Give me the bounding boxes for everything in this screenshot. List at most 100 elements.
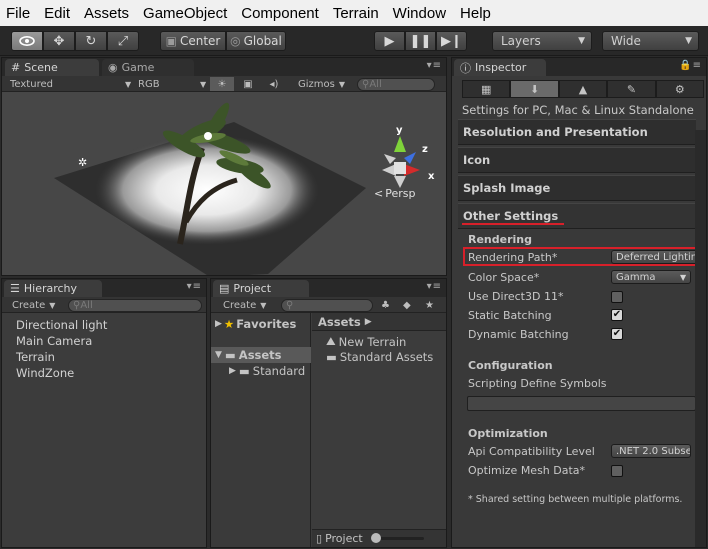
platform-tabs: ▦ ⬇ ▲ ✎ ⚙ xyxy=(462,80,705,98)
scene-search-placeholder: All xyxy=(369,79,382,90)
hierarchy-create-dropdown[interactable]: Create ▼ xyxy=(12,298,55,312)
project-footer: ▯ Project xyxy=(312,529,446,547)
rotate-tool-icon[interactable]: ↻ xyxy=(75,31,107,51)
pivot-icon: ▣ xyxy=(165,34,177,48)
menu-edit[interactable]: Edit xyxy=(44,5,70,22)
panel-menu-icon[interactable]: ▾≡ xyxy=(427,281,442,292)
draw-mode-dropdown[interactable]: Textured ▼ xyxy=(10,77,131,91)
view-tool-eye-icon[interactable] xyxy=(11,31,43,51)
step-icon[interactable]: ▶❙ xyxy=(436,31,467,51)
toolbar: ✥ ↻ ⤢ ▣ Center ◎ Global ▶ ❚❚ ▶❙ Layers ▼… xyxy=(0,26,708,56)
optimize-mesh-checkbox[interactable] xyxy=(611,465,623,477)
image-effects-icon[interactable]: ▣ xyxy=(236,77,260,91)
section-icon[interactable]: Icon xyxy=(458,147,696,173)
gizmos-dropdown[interactable]: Gizmos ▼ xyxy=(298,77,345,91)
inspector-scrollbar[interactable] xyxy=(695,130,706,547)
expand-arrow-icon: ▶ xyxy=(215,319,222,329)
menu-window[interactable]: Window xyxy=(393,5,446,22)
pause-icon[interactable]: ❚❚ xyxy=(405,31,436,51)
platform-flash-icon[interactable]: ✎ xyxy=(607,80,656,98)
gizmos-label: Gizmos xyxy=(298,78,335,90)
standard-node[interactable]: ▶ ▬ Standard xyxy=(229,364,305,378)
platform-web-icon[interactable]: ▦ xyxy=(462,80,511,98)
platform-settings-icon[interactable]: ⚙ xyxy=(655,80,705,98)
tab-hierarchy-label: Hierarchy xyxy=(23,282,78,295)
color-space-value: Gamma xyxy=(616,271,656,283)
render-mode-dropdown[interactable]: RGB ▼ xyxy=(138,77,206,91)
tab-inspector[interactable]: ⓘ Inspector xyxy=(454,59,546,76)
menu-gameobject[interactable]: GameObject xyxy=(143,5,227,22)
create-label: Create xyxy=(12,299,46,311)
tab-hierarchy[interactable]: ☰ Hierarchy xyxy=(4,280,102,297)
layout-label: Wide xyxy=(611,34,641,48)
list-item[interactable]: Terrain xyxy=(16,349,107,365)
list-item[interactable]: ⛰ New Terrain xyxy=(326,334,406,349)
menu-component[interactable]: Component xyxy=(241,5,319,22)
scene-viewport[interactable]: ✲ y z x < Persp xyxy=(2,92,446,275)
audio-speaker-icon[interactable]: ◂) xyxy=(262,77,286,91)
scene-lighting-sun-icon[interactable]: ☀ xyxy=(210,77,234,91)
static-batching-checkbox[interactable]: ✔ xyxy=(611,309,623,321)
list-item[interactable]: ▬ Standard Assets xyxy=(326,350,433,364)
layout-dropdown[interactable]: Wide ▼ xyxy=(602,31,699,51)
scene-search-input[interactable]: ⚲ All xyxy=(357,78,435,91)
chevron-down-icon: ▼ xyxy=(125,79,132,89)
panel-menu-icon[interactable]: ▾≡ xyxy=(427,60,442,71)
rendering-header: Rendering xyxy=(468,233,532,246)
configuration-header: Configuration xyxy=(468,359,553,372)
document-icon: ▯ xyxy=(316,532,323,545)
project-search-input[interactable]: ⚲ xyxy=(281,299,373,312)
dynamic-batching-checkbox[interactable]: ✔ xyxy=(611,328,623,340)
scene-control-bar: Textured ▼ RGB ▼ ☀ ▣ ◂) Gizmos ▼ ⚲ All xyxy=(2,76,446,92)
define-symbols-input[interactable] xyxy=(467,396,696,411)
play-icon[interactable]: ▶ xyxy=(374,31,405,51)
hierarchy-panel: ☰ Hierarchy ▾≡ Create ▼ ⚲ All Directional … xyxy=(1,278,207,548)
pivot-center-toggle[interactable]: ▣ Center xyxy=(160,31,226,51)
zoom-slider-thumb[interactable] xyxy=(371,533,381,543)
pivot-label: Center xyxy=(179,34,221,48)
platform-standalone-icon[interactable]: ⬇ xyxy=(510,80,559,98)
platform-android-icon[interactable]: ▲ xyxy=(558,80,608,98)
zoom-slider[interactable] xyxy=(371,533,424,543)
move-tool-icon[interactable]: ✥ xyxy=(43,31,75,51)
assets-node[interactable]: ▼ ▬ Assets xyxy=(215,348,282,362)
space-global-toggle[interactable]: ◎ Global xyxy=(226,31,286,51)
menu-assets[interactable]: Assets xyxy=(84,5,129,22)
tab-game[interactable]: ◉ Game xyxy=(102,59,194,76)
tab-project[interactable]: ▤ Project xyxy=(213,280,309,297)
layers-dropdown[interactable]: Layers ▼ xyxy=(492,31,592,51)
rendering-path-highlight xyxy=(463,247,704,266)
project-create-dropdown[interactable]: Create ▼ xyxy=(223,298,266,312)
chevron-down-icon: ▼ xyxy=(578,36,585,46)
tab-scene[interactable]: # Scene xyxy=(5,59,99,76)
search-icon: ⚲ xyxy=(73,300,81,311)
file-label: New Terrain xyxy=(338,334,407,349)
filter-by-label-icon[interactable]: ◆ xyxy=(403,298,411,312)
lock-menu-icon[interactable]: 🔒≡ xyxy=(679,60,702,71)
breadcrumb-assets[interactable]: Assets xyxy=(318,315,361,329)
scale-tool-icon[interactable]: ⤢ xyxy=(107,31,139,51)
panel-menu-icon[interactable]: ▾≡ xyxy=(187,281,202,292)
search-icon: ⚲ xyxy=(286,300,294,311)
list-item[interactable]: Main Camera xyxy=(16,333,107,349)
menu-help[interactable]: Help xyxy=(460,5,491,22)
optimization-header: Optimization xyxy=(468,427,548,440)
color-space-dropdown[interactable]: Gamma ▼ xyxy=(611,270,691,284)
menu-file[interactable]: File xyxy=(6,5,30,22)
list-item[interactable]: WindZone xyxy=(16,365,107,381)
star-icon[interactable]: ★ xyxy=(425,298,434,312)
section-splash[interactable]: Splash Image xyxy=(458,175,696,201)
projection-toggle[interactable]: < Persp xyxy=(374,187,415,200)
api-level-dropdown[interactable]: .NET 2.0 Subset xyxy=(611,444,691,458)
favorites-node[interactable]: ▶ ★ Favorites xyxy=(215,317,296,331)
section-other-settings[interactable]: Other Settings xyxy=(458,203,696,229)
section-resolution[interactable]: Resolution and Presentation xyxy=(458,119,696,145)
list-item[interactable]: Directional light xyxy=(16,317,107,333)
chevron-down-icon: ▼ xyxy=(680,272,687,282)
folder-icon: ▬ xyxy=(238,364,250,378)
draw-mode-label: Textured xyxy=(10,78,53,90)
filter-by-type-icon[interactable]: ♣ xyxy=(381,298,390,312)
hierarchy-search-input[interactable]: ⚲ All xyxy=(68,299,202,312)
menu-terrain[interactable]: Terrain xyxy=(333,5,379,22)
direct3d-checkbox[interactable] xyxy=(611,291,623,303)
